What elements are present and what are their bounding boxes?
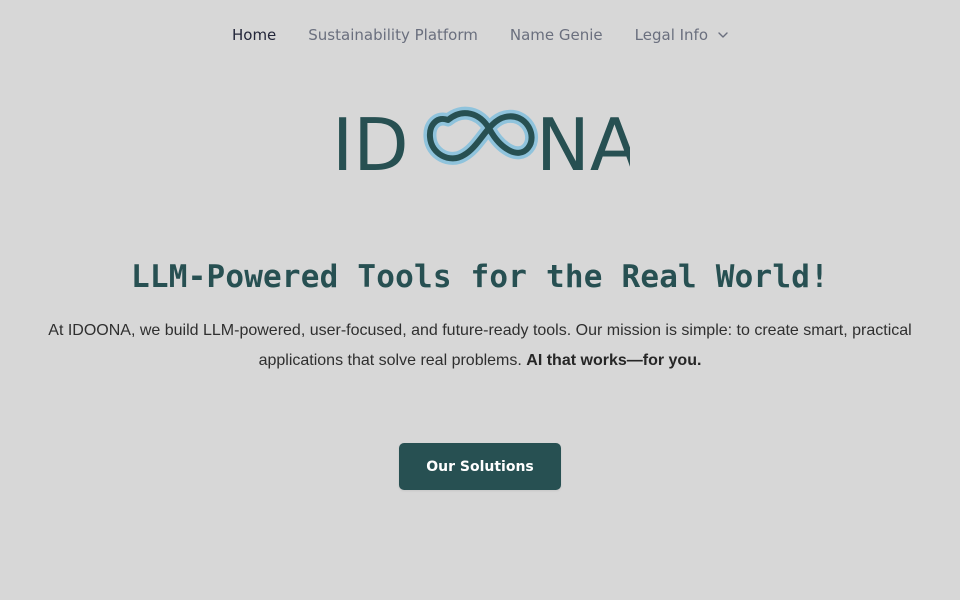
hero-title: LLM-Powered Tools for the Real World! xyxy=(131,258,829,295)
top-navigation: Home Sustainability Platform Name Genie … xyxy=(0,24,960,46)
our-solutions-button[interactable]: Our Solutions xyxy=(399,443,561,490)
nav-sustainability-platform[interactable]: Sustainability Platform xyxy=(308,26,478,44)
logo-text-right: NA xyxy=(536,103,630,186)
infinity-icon xyxy=(423,106,539,165)
nav-legal-info[interactable]: Legal Info xyxy=(635,26,728,44)
hero-description-main: At IDOONA, we build LLM-powered, user-fo… xyxy=(48,322,912,369)
nav-name-genie[interactable]: Name Genie xyxy=(510,26,603,44)
hero-description-bold: AI that works—for you. xyxy=(526,352,702,369)
nav-sustainability-platform-label: Sustainability Platform xyxy=(308,26,478,44)
nav-home[interactable]: Home xyxy=(232,26,276,44)
hero-description: At IDOONA, we build LLM-powered, user-fo… xyxy=(48,316,912,376)
logo-text-left: ID xyxy=(332,103,409,186)
idoona-logo[interactable]: ID NA xyxy=(0,100,960,186)
chevron-down-icon xyxy=(718,32,728,38)
nav-legal-info-label: Legal Info xyxy=(634,26,709,44)
nav-home-label: Home xyxy=(231,26,277,44)
nav-name-genie-label: Name Genie xyxy=(509,26,603,44)
our-solutions-button-label: Our Solutions xyxy=(426,458,534,475)
